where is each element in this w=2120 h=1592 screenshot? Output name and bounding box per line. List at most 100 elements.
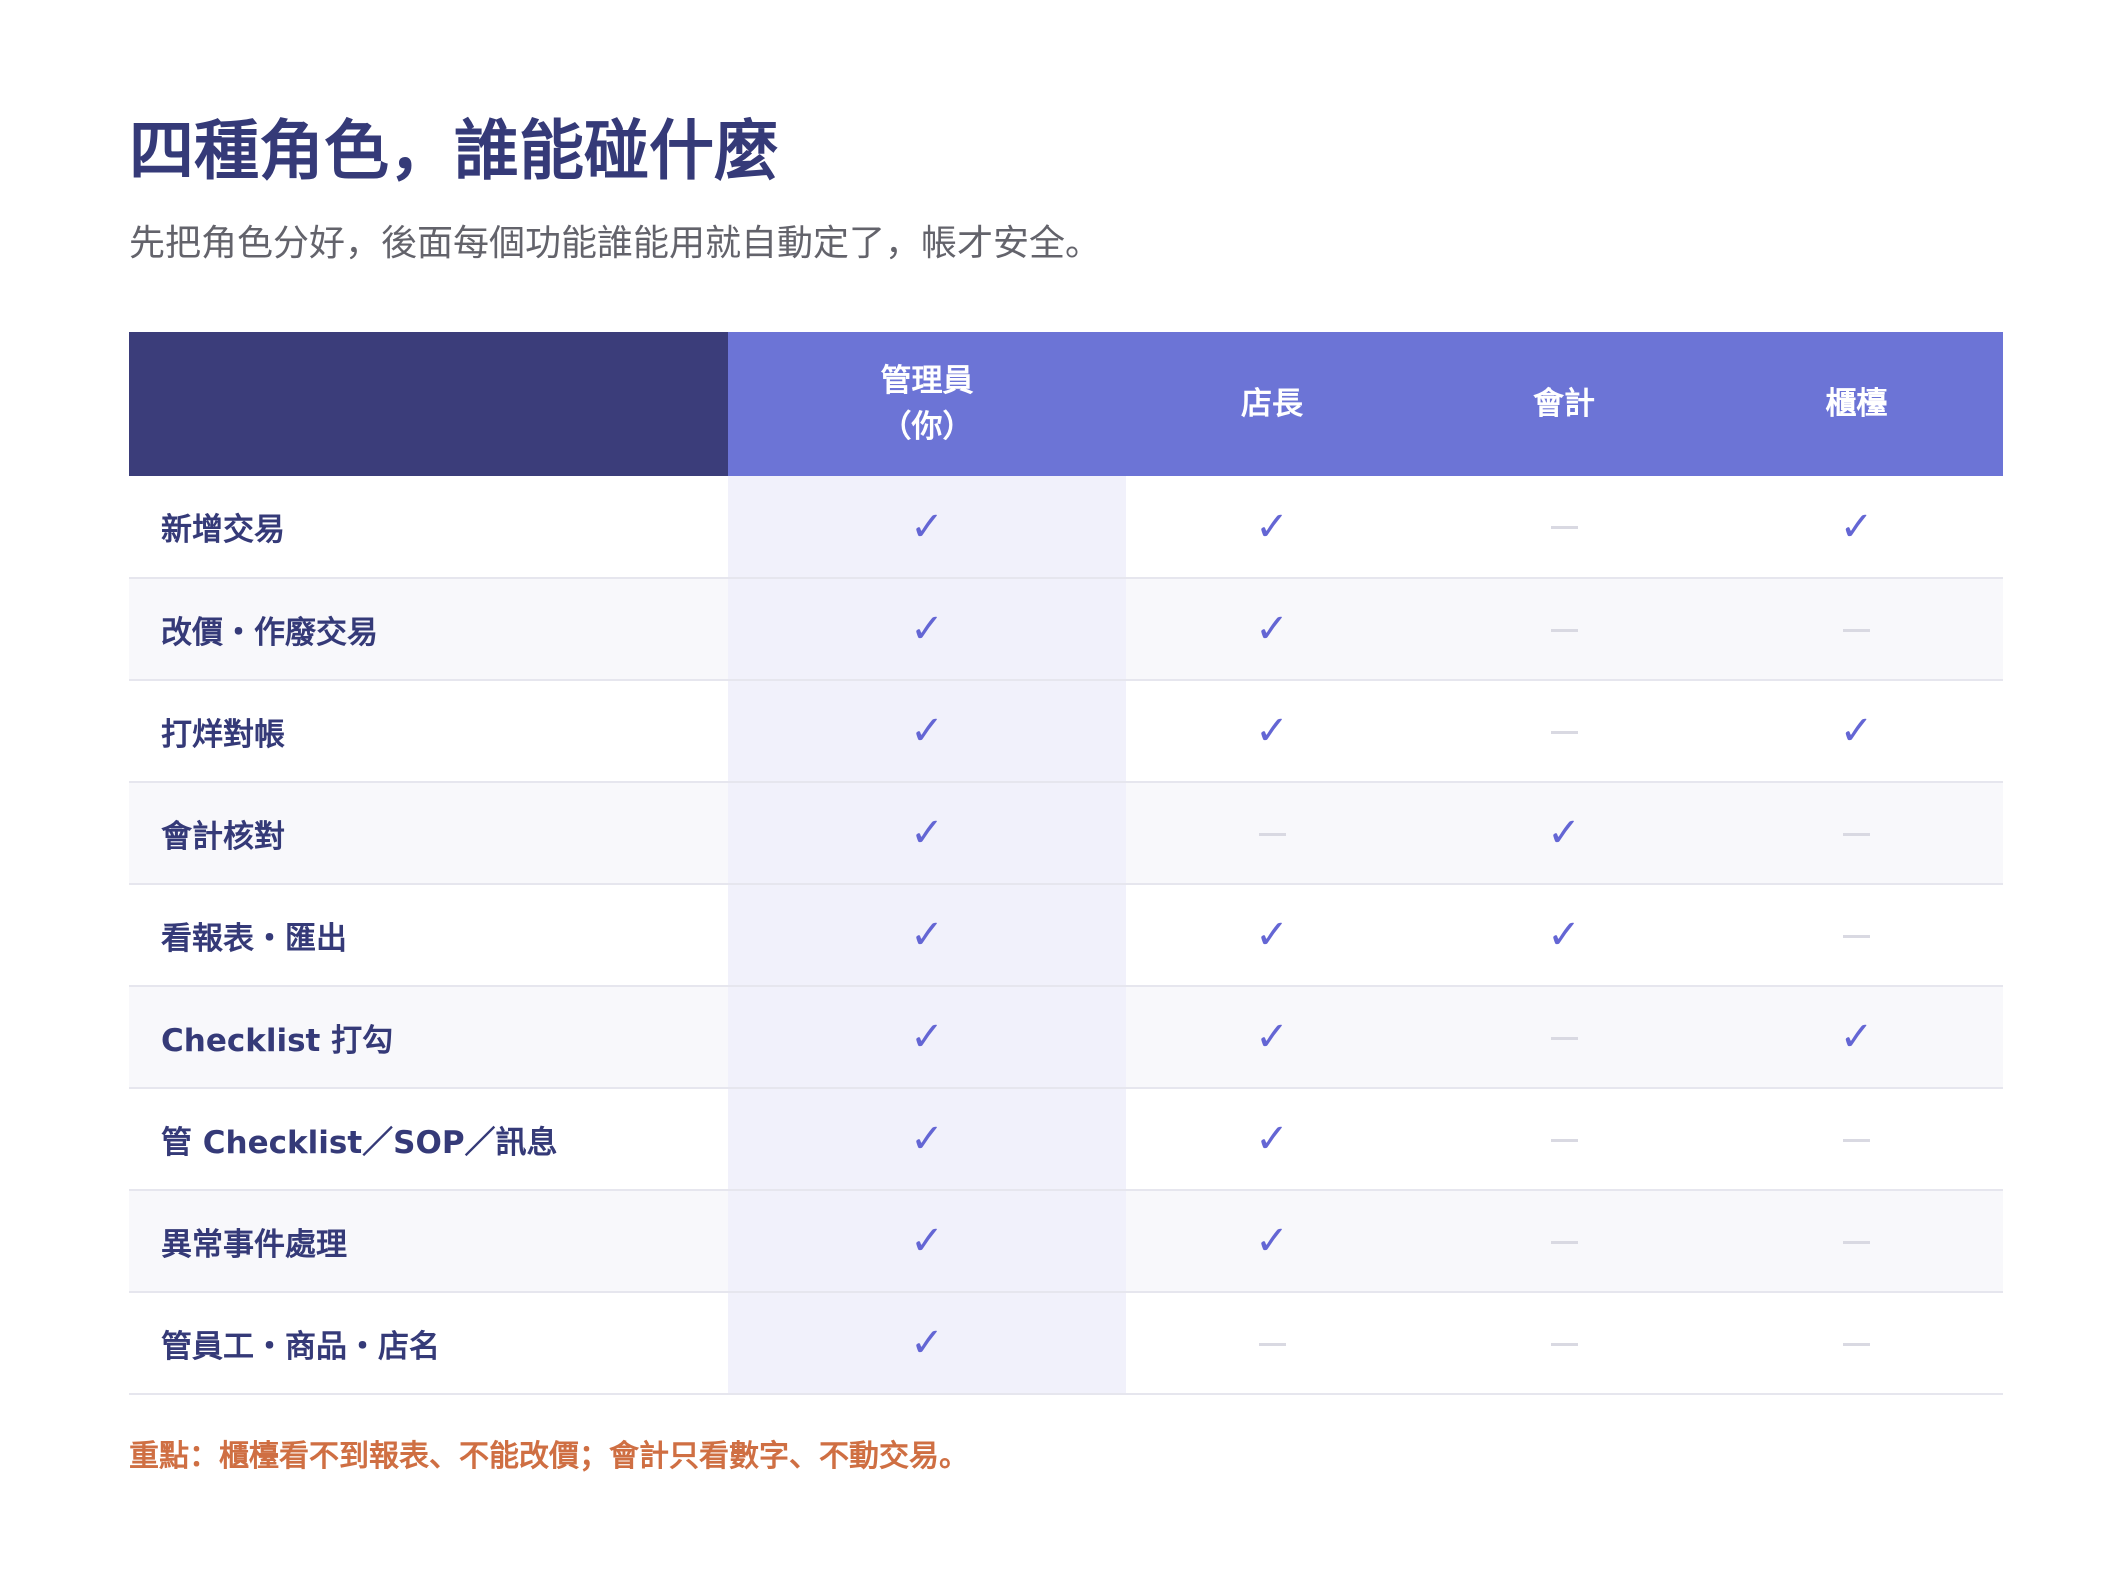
access-cell-manager [1126,782,1418,884]
access-cell-accountant [1418,1292,1710,1394]
access-cell-manager: ✓ [1126,1088,1418,1190]
check-icon: ✓ [910,1116,944,1162]
access-cell-cashier: ✓ [1710,680,2003,782]
feature-label: 異常事件處理 [129,1190,728,1292]
dash-icon [1258,1342,1286,1346]
feature-label: 新增交易 [129,476,728,578]
dash-icon [1550,628,1578,632]
check-icon: ✓ [910,606,944,652]
feature-label: 看報表・匯出 [129,884,728,986]
table-row: 新增交易 ✓ ✓ ✓ [129,476,2003,578]
access-cell-cashier [1710,1088,2003,1190]
access-cell-accountant [1418,578,1710,680]
dash-icon [1843,1138,1870,1142]
access-cell-cashier [1710,1292,2003,1394]
access-cell-admin: ✓ [728,884,1126,986]
check-icon: ✓ [910,503,944,550]
table-row: 管 Checklist／SOP／訊息 ✓ ✓ [129,1088,2003,1190]
column-header-admin-note: （你） [880,409,974,445]
check-icon: ✓ [1839,708,1874,754]
access-cell-admin: ✓ [728,1088,1126,1190]
access-cell-manager: ✓ [1126,578,1418,680]
access-cell-accountant [1418,680,1710,782]
dash-icon [1550,730,1578,734]
access-cell-manager: ✓ [1126,986,1418,1088]
access-cell-admin: ✓ [728,680,1126,782]
access-cell-cashier [1710,884,2003,986]
column-header-admin-label: 管理員 [880,363,974,399]
check-icon: ✓ [910,810,944,856]
access-cell-accountant: ✓ [1418,782,1710,884]
access-cell-accountant [1418,986,1710,1088]
access-cell-cashier [1710,578,2003,680]
dash-icon [1550,1240,1578,1244]
feature-label: 管員工・商品・店名 [129,1292,728,1394]
access-cell-manager: ✓ [1126,1190,1418,1292]
feature-label: 打烊對帳 [129,680,728,782]
table-header-row: 管理員 （你） 店長 會計 櫃檯 [129,332,2003,476]
access-cell-admin: ✓ [728,782,1126,884]
dash-icon [1550,1138,1578,1142]
access-cell-manager: ✓ [1126,476,1418,578]
check-icon: ✓ [1255,1218,1289,1264]
check-icon: ✓ [1255,1116,1289,1162]
column-header-accountant-label: 會計 [1533,386,1595,422]
dash-icon [1550,1342,1578,1346]
check-icon: ✓ [1255,606,1289,652]
dash-icon [1843,1240,1870,1244]
table-row: 管員工・商品・店名 ✓ [129,1292,2003,1394]
access-cell-cashier: ✓ [1710,476,2003,578]
dash-icon [1843,832,1870,836]
dash-icon [1258,832,1286,836]
access-cell-cashier [1710,1190,2003,1292]
check-icon: ✓ [1255,1014,1289,1060]
table-row: 打烊對帳 ✓ ✓ ✓ [129,680,2003,782]
access-cell-accountant [1418,1190,1710,1292]
access-cell-admin: ✓ [728,986,1126,1088]
column-header-cashier: 櫃檯 [1710,332,2003,476]
dash-icon [1843,628,1870,632]
access-cell-manager: ✓ [1126,884,1418,986]
check-icon: ✓ [1255,503,1289,550]
page-title: 四種角色，誰能碰什麼 [129,114,780,189]
permission-matrix-table: 管理員 （你） 店長 會計 櫃檯 新增交易 ✓ ✓ ✓ 改價・作廢交易 ✓ ✓ 打烊對帳 ✓ ✓ ✓… [129,332,2003,1395]
table-row: 會計核對 ✓ ✓ [129,782,2003,884]
feature-label: 改價・作廢交易 [129,578,728,680]
table-row: Checklist 打勾 ✓ ✓ ✓ [129,986,2003,1088]
footer-note: 重點：櫃檯看不到報表、不能改價；會計只看數字、不動交易。 [129,1439,969,1474]
dash-icon [1550,1036,1578,1040]
column-header-manager: 店長 [1126,332,1418,476]
check-icon: ✓ [910,1014,944,1060]
table-row: 異常事件處理 ✓ ✓ [129,1190,2003,1292]
check-icon: ✓ [910,708,944,754]
check-icon: ✓ [1255,708,1289,754]
table-header-corner [129,332,728,476]
access-cell-accountant [1418,476,1710,578]
table-row: 改價・作廢交易 ✓ ✓ [129,578,2003,680]
dash-icon [1843,934,1870,938]
check-icon: ✓ [910,1320,944,1366]
access-cell-admin: ✓ [728,578,1126,680]
table-row: 看報表・匯出 ✓ ✓ ✓ [129,884,2003,986]
access-cell-manager [1126,1292,1418,1394]
page-subtitle: 先把角色分好，後面每個功能誰能用就自動定了，帳才安全。 [129,223,1102,264]
access-cell-manager: ✓ [1126,680,1418,782]
column-header-manager-label: 店長 [1241,386,1303,422]
check-icon: ✓ [910,1218,944,1264]
column-header-admin: 管理員 （你） [728,332,1126,476]
access-cell-admin: ✓ [728,1292,1126,1394]
check-icon: ✓ [1839,1014,1874,1060]
access-cell-accountant [1418,1088,1710,1190]
feature-label: Checklist 打勾 [129,986,728,1088]
dash-icon [1843,1342,1870,1346]
feature-label: 會計核對 [129,782,728,884]
check-icon: ✓ [1839,503,1874,550]
check-icon: ✓ [1255,912,1289,958]
dash-icon [1550,526,1578,529]
check-icon: ✓ [1547,912,1581,958]
check-icon: ✓ [1547,810,1581,856]
access-cell-cashier [1710,782,2003,884]
access-cell-accountant: ✓ [1418,884,1710,986]
access-cell-admin: ✓ [728,476,1126,578]
feature-label: 管 Checklist／SOP／訊息 [129,1088,728,1190]
